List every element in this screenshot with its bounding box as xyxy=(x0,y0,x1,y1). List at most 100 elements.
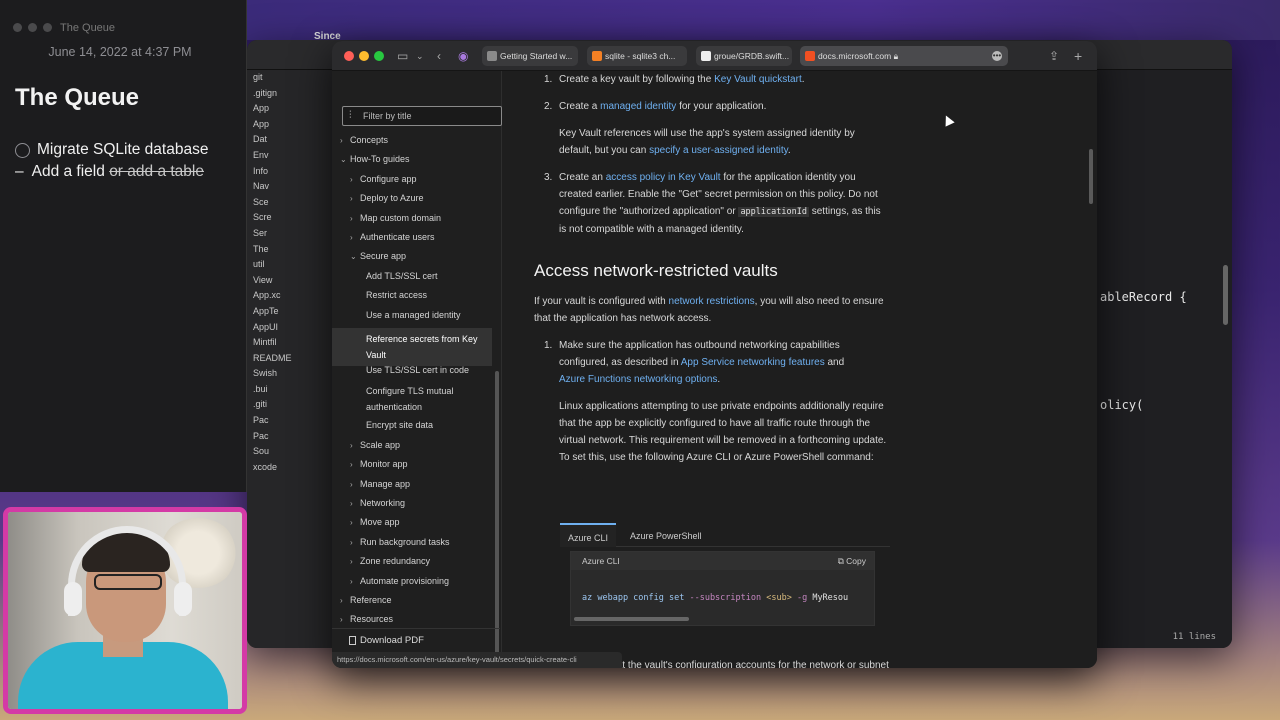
toc-item[interactable]: › Map custom domain xyxy=(332,212,441,225)
code-token: MyResou xyxy=(807,593,849,603)
navigator-item[interactable]: .giti xyxy=(247,397,336,413)
download-pdf-button[interactable]: Download PDF xyxy=(332,628,500,652)
new-tab-icon[interactable]: + xyxy=(1074,47,1082,65)
list-number: 1. xyxy=(544,74,553,85)
browser-tab[interactable]: groue/GRDB.swift... xyxy=(696,46,792,66)
content-scrollbar[interactable] xyxy=(1089,149,1093,204)
toc-item[interactable]: › Deploy to Azure xyxy=(332,192,424,205)
chevron-down-icon[interactable]: ⌄ xyxy=(416,47,424,65)
navigator-item[interactable]: Info xyxy=(247,164,336,180)
editor-scrollbar[interactable] xyxy=(1223,265,1228,325)
checkbox-icon[interactable] xyxy=(15,142,30,158)
navigator-item[interactable]: xcode xyxy=(247,460,336,476)
bullet-item[interactable]: – Add a field or add a table xyxy=(15,163,204,181)
toc-item[interactable]: Reference secrets from Key Vault xyxy=(332,328,492,366)
network-restrictions-link[interactable]: network restrictions xyxy=(669,296,755,307)
toc-item[interactable]: › Scale app xyxy=(332,439,400,452)
navigator-item[interactable]: git xyxy=(247,70,336,86)
toc-item[interactable]: Encrypt site data xyxy=(332,419,433,431)
minimize-button[interactable] xyxy=(28,23,37,32)
toc-item[interactable]: › Automate provisioning xyxy=(332,575,449,588)
toc-item[interactable]: Restrict access xyxy=(332,289,427,301)
share-icon[interactable]: ⇪ xyxy=(1049,47,1059,65)
navigator-item[interactable]: Dat xyxy=(247,132,336,148)
navigator-item[interactable]: The xyxy=(247,242,336,258)
toc-item[interactable]: Use TLS/SSL cert in code xyxy=(332,364,469,376)
browser-tab[interactable]: sqlite - sqlite3 ch... xyxy=(587,46,687,66)
browser-tab-active[interactable]: docs.microsoft.com 🔒︎ ••• xyxy=(800,46,1008,66)
toc-item[interactable]: › Networking xyxy=(332,497,405,510)
code-scrollbar[interactable] xyxy=(574,617,689,621)
tab-azure-cli[interactable]: Azure CLI xyxy=(560,523,617,547)
filter-placeholder: Filter by title xyxy=(363,111,412,121)
toc-scrollbar[interactable] xyxy=(495,371,499,661)
toc-item[interactable]: › Move app xyxy=(332,516,400,529)
tab-label: groue/GRDB.swift... xyxy=(714,51,790,61)
browser-tab[interactable]: Getting Started w... xyxy=(482,46,578,66)
navigator-item[interactable]: App xyxy=(247,117,336,133)
navigator-item[interactable]: Pac xyxy=(247,413,336,429)
toc-item[interactable]: › Configure app xyxy=(332,173,417,186)
navigator-item[interactable]: Nav xyxy=(247,179,336,195)
toc-item[interactable]: › Authenticate users xyxy=(332,231,435,244)
navigator-item[interactable]: util xyxy=(247,257,336,273)
close-button[interactable] xyxy=(344,51,354,61)
navigator-item[interactable]: Scre xyxy=(247,210,336,226)
toc-item[interactable]: ⌄ How-To guides xyxy=(332,153,410,166)
navigator-item[interactable]: .bui xyxy=(247,382,336,398)
toc-item[interactable]: › Monitor app xyxy=(332,458,408,471)
xcode-editor[interactable]: ableRecord { olicy( 11 lines xyxy=(1092,70,1232,648)
navigator-item[interactable]: .gitign xyxy=(247,86,336,102)
navigator-item[interactable]: Env xyxy=(247,148,336,164)
privacy-shield-icon[interactable]: ◉ xyxy=(458,47,468,65)
tab-favicon-icon xyxy=(487,51,497,61)
zoom-button[interactable] xyxy=(43,23,52,32)
tab-azure-powershell[interactable]: Azure PowerShell xyxy=(622,523,710,547)
functions-networking-link[interactable]: Azure Functions networking options xyxy=(559,374,717,385)
navigator-item[interactable]: View xyxy=(247,273,336,289)
close-button[interactable] xyxy=(13,23,22,32)
xcode-navigator[interactable]: git .gitign App App Dat Env Info Nav Sce Scre Ser T… xyxy=(247,70,337,648)
navigator-item[interactable]: AppTe xyxy=(247,304,336,320)
more-icon[interactable]: ••• xyxy=(992,51,1002,61)
back-arrow-icon[interactable]: ‹ xyxy=(437,47,441,65)
chevron-right-icon: › xyxy=(350,479,353,489)
navigator-item[interactable]: Mintfil xyxy=(247,335,336,351)
navigator-item[interactable]: Sce xyxy=(247,195,336,211)
navigator-item[interactable]: App.xc xyxy=(247,288,336,304)
toc-item[interactable]: › Reference xyxy=(332,594,392,607)
navigator-item[interactable]: Ser xyxy=(247,226,336,242)
filter-input[interactable]: ⫶ Filter by title xyxy=(342,106,502,126)
toc-item[interactable]: › Manage app xyxy=(332,478,410,491)
navigator-item[interactable]: App xyxy=(247,101,336,117)
toc-item[interactable]: › Zone redundancy xyxy=(332,555,430,568)
minimize-button[interactable] xyxy=(359,51,369,61)
checklist-item[interactable]: Migrate SQLite database xyxy=(15,141,208,159)
toc-item[interactable]: Add TLS/SSL cert xyxy=(332,270,438,282)
docs-toc-sidebar: ⫶ Filter by title › Concepts ⌄ How-To guide… xyxy=(332,71,502,668)
toc-item[interactable]: Configure TLS mutual authentication xyxy=(332,383,462,415)
tab-label: docs.microsoft.com xyxy=(818,51,892,61)
toc-item[interactable]: ⌄ Secure app xyxy=(332,250,406,263)
toc-item[interactable]: › Concepts xyxy=(332,134,388,147)
navigator-item[interactable]: AppUI xyxy=(247,320,336,336)
note-heading[interactable]: The Queue xyxy=(15,84,139,112)
navigator-item[interactable]: Swish xyxy=(247,366,336,382)
step-2: Create a managed identity for your appli… xyxy=(559,98,889,115)
sidebar-toggle-icon[interactable]: ▭ xyxy=(397,47,408,65)
toc-item-label: Run background tasks xyxy=(360,536,450,547)
toc-item[interactable]: › Run background tasks xyxy=(332,536,450,549)
copy-button[interactable]: ⧉ Copy xyxy=(838,552,866,570)
toc-item[interactable]: › Resources xyxy=(332,613,393,626)
app-service-networking-link[interactable]: App Service networking features xyxy=(681,357,825,368)
webcam-overlay xyxy=(3,507,247,714)
navigator-item[interactable]: Pac xyxy=(247,429,336,445)
navigator-item[interactable]: Sou xyxy=(247,444,336,460)
key-vault-quickstart-link[interactable]: Key Vault quickstart xyxy=(714,74,802,85)
managed-identity-link[interactable]: managed identity xyxy=(600,101,676,112)
access-policy-link[interactable]: access policy in Key Vault xyxy=(606,172,721,183)
zoom-button[interactable] xyxy=(374,51,384,61)
user-assigned-identity-link[interactable]: specify a user-assigned identity xyxy=(649,145,788,156)
toc-item[interactable]: Use a managed identity xyxy=(332,309,461,321)
navigator-item[interactable]: README xyxy=(247,351,336,367)
